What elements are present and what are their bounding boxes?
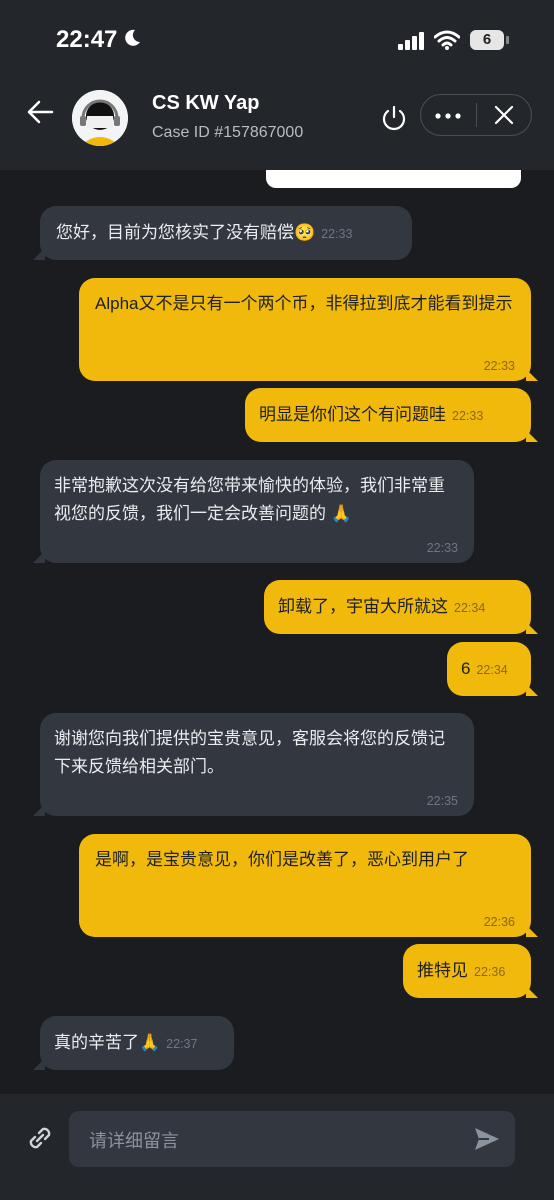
headset-agent-icon <box>72 90 128 146</box>
pill-divider <box>476 103 477 127</box>
power-icon[interactable] <box>380 104 408 132</box>
message-outgoing: 推特见 22:36 <box>403 944 538 998</box>
battery-indicator: 6 <box>470 30 504 50</box>
message-time: 22:36 <box>474 965 506 979</box>
message-text: Alpha又不是只有一个两个币，非得拉到底才能看到提示 <box>95 294 513 313</box>
message-time: 22:37 <box>166 1037 198 1051</box>
message-time: 22:33 <box>452 409 484 423</box>
battery-level: 6 <box>482 31 492 48</box>
bubble-tail <box>33 551 45 563</box>
cellular-signal-icon <box>398 32 424 50</box>
message-text: 明显是你们这个有问题哇 <box>259 405 446 424</box>
message-text: 非常抱歉这次没有给您带来愉快的体验，我们非常重视您的反馈，我们一定会改善问题的 … <box>54 476 445 523</box>
message-time: 22:33 <box>426 541 458 555</box>
wifi-icon <box>434 30 460 50</box>
message-incoming: 谢谢您向我们提供的宝贵意见，客服会将您的反馈记下来反馈给相关部门。 22:35 <box>33 713 474 816</box>
message-input[interactable]: 请详细留言 <box>69 1111 515 1167</box>
message-incoming: 真的辛苦了🙏 22:37 <box>33 1016 234 1070</box>
link-icon[interactable] <box>24 1122 56 1154</box>
message-time: 22:33 <box>483 359 515 373</box>
message-time: 22:36 <box>483 915 515 929</box>
case-id: Case ID #157867000 <box>152 124 304 141</box>
message-outgoing: Alpha又不是只有一个两个币，非得拉到底才能看到提示 22:33 <box>79 278 538 381</box>
close-icon[interactable] <box>493 104 515 126</box>
moon-icon <box>125 29 140 46</box>
battery-cap <box>506 36 509 44</box>
message-time: 22:35 <box>426 794 458 808</box>
message-text: 是啊，是宝贵意见，你们是改善了，恶心到用户了 <box>95 850 469 869</box>
message-text: 6 <box>461 659 471 678</box>
previous-card-bottom <box>266 170 521 188</box>
bubble-tail <box>526 684 538 696</box>
message-text: 推特见 <box>417 961 468 980</box>
message-outgoing: 6 22:34 <box>447 642 538 696</box>
message-text: 卸载了，宇宙大所就这 <box>278 597 448 616</box>
bubble-tail <box>526 925 538 937</box>
message-time: 22:33 <box>321 227 353 241</box>
arrow-left-icon[interactable] <box>26 98 54 126</box>
header-action-pill <box>420 94 532 136</box>
message-time: 22:34 <box>476 663 508 677</box>
bubble-tail <box>526 369 538 381</box>
message-text: 您好，目前为您核实了没有赔偿🥺 <box>56 223 316 242</box>
status-time: 22:47 <box>56 26 118 53</box>
bubble-tail <box>526 430 538 442</box>
message-input-placeholder: 请详细留言 <box>89 1131 179 1151</box>
bubble-tail <box>33 1058 45 1070</box>
message-incoming: 非常抱歉这次没有给您带来愉快的体验，我们非常重视您的反馈，我们一定会改善问题的 … <box>33 460 474 563</box>
bubble-tail <box>526 986 538 998</box>
message-text: 谢谢您向我们提供的宝贵意见，客服会将您的反馈记下来反馈给相关部门。 <box>54 729 445 776</box>
agent-avatar <box>72 90 128 146</box>
message-time: 22:34 <box>454 601 486 615</box>
send-icon[interactable] <box>473 1126 501 1152</box>
message-outgoing: 是啊，是宝贵意见，你们是改善了，恶心到用户了 22:36 <box>79 834 538 937</box>
message-outgoing: 卸载了，宇宙大所就这 22:34 <box>264 580 538 634</box>
agent-name: CS KW Yap <box>152 92 260 114</box>
message-composer: 请详细留言 <box>0 1094 554 1200</box>
chat-messages[interactable]: 您好，目前为您核实了没有赔偿🥺 22:33 Alpha又不是只有一个两个币，非得拉… <box>0 170 554 1094</box>
message-outgoing: 明显是你们这个有问题哇 22:33 <box>245 388 538 442</box>
bubble-tail <box>33 804 45 816</box>
status-bar: 22:47 6 <box>0 0 554 72</box>
chat-header: CS KW Yap Case ID #157867000 <box>0 72 554 170</box>
bubble-tail <box>33 248 45 260</box>
message-text: 真的辛苦了🙏 <box>54 1033 161 1052</box>
bubble-tail <box>526 622 538 634</box>
more-horizontal-icon[interactable] <box>435 113 461 119</box>
message-incoming: 您好，目前为您核实了没有赔偿🥺 22:33 <box>33 206 412 260</box>
